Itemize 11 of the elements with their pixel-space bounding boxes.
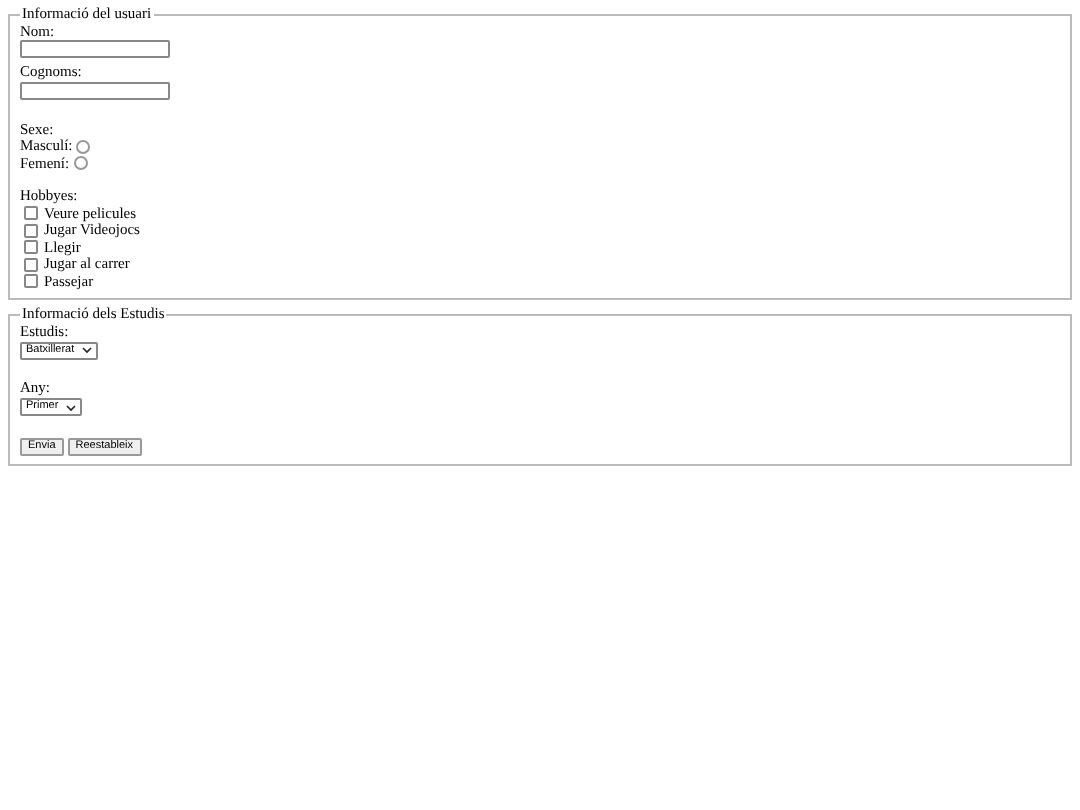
radio-button[interactable]: [73, 156, 88, 171]
text-field[interactable]: [20, 40, 170, 58]
checkbox[interactable]: [24, 274, 38, 289]
caret-icon: [82, 346, 93, 355]
radio-button[interactable]: [76, 139, 91, 154]
caret-icon: [66, 403, 77, 411]
checkbox[interactable]: [24, 257, 38, 272]
checkbox[interactable]: [24, 223, 38, 238]
checkbox[interactable]: [24, 206, 38, 221]
checkbox[interactable]: [24, 240, 38, 255]
text-field[interactable]: [20, 81, 170, 99]
